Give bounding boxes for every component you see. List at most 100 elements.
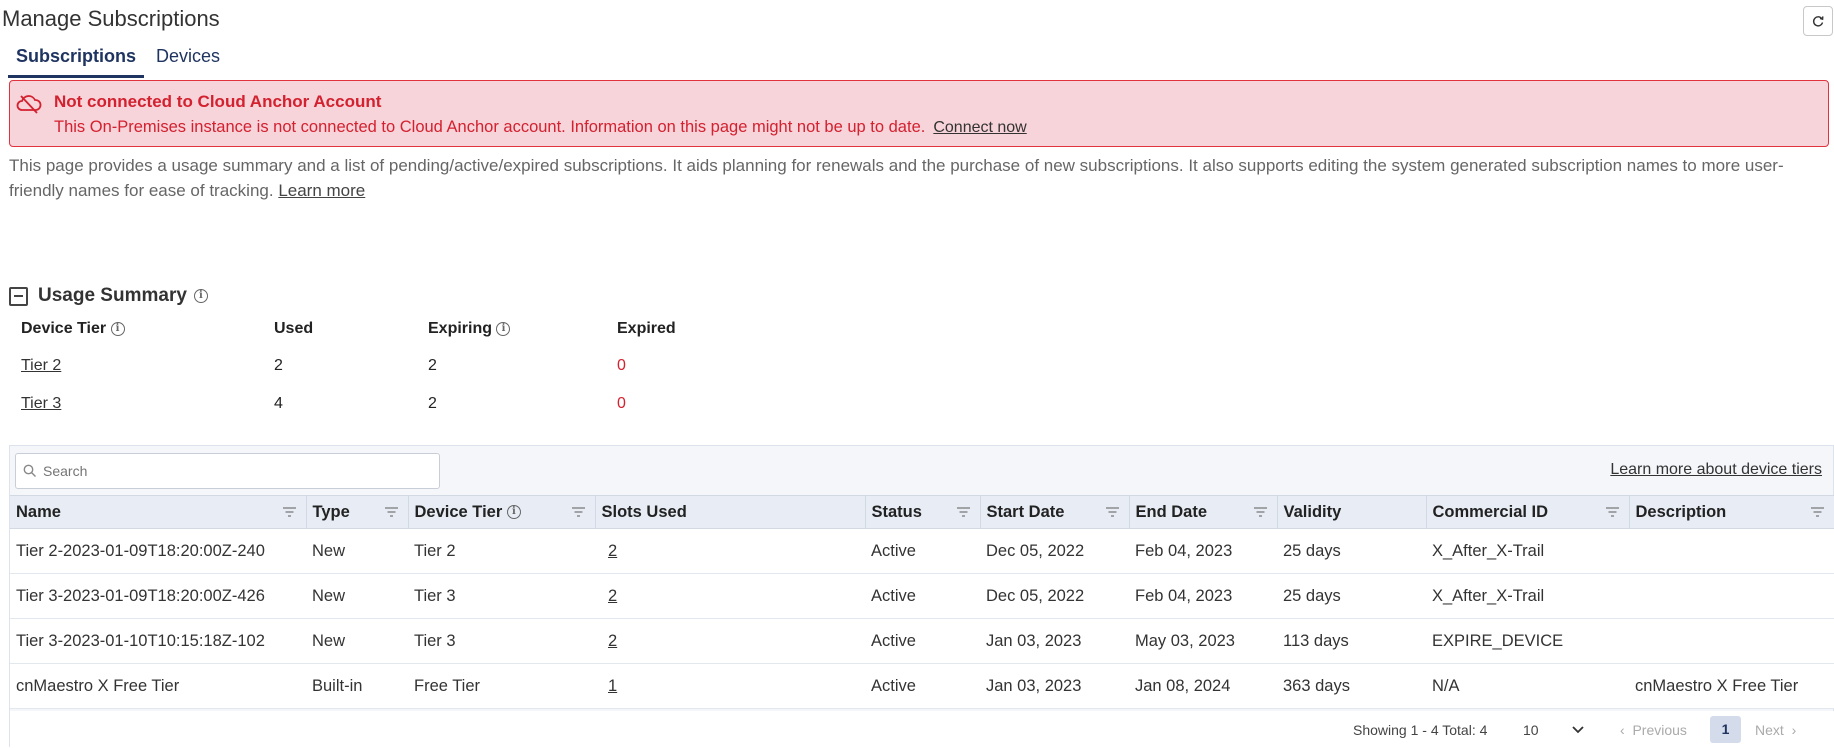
cell-status: Active (865, 528, 980, 574)
col-device-tier[interactable]: Device Tier i (408, 495, 596, 529)
col-description[interactable]: Description (1629, 495, 1834, 529)
cell-name: Tier 3-2023-01-09T18:20:00Z-426 (10, 573, 306, 619)
usage-col-expiring: Expiring i (428, 320, 511, 338)
filter-icon[interactable] (1811, 507, 1824, 517)
usage-col-expired: Expired (617, 320, 676, 337)
cell-type: New (306, 573, 408, 619)
filter-icon[interactable] (384, 507, 398, 517)
cell-validity: 25 days (1277, 573, 1426, 619)
connect-now-link[interactable]: Connect now (933, 119, 1026, 136)
refresh-button[interactable] (1803, 6, 1833, 36)
subscriptions-table: Name Type Device Tier i Slots Used Statu… (10, 495, 1834, 709)
cell-tier: Tier 3 (408, 618, 595, 664)
cell-commercial-id: X_After_X-Trail (1426, 528, 1629, 574)
cell-slots: 2 (595, 618, 865, 664)
cell-status: Active (865, 573, 980, 619)
cell-tier: Free Tier (408, 663, 595, 709)
filter-icon[interactable] (1605, 507, 1619, 517)
slots-link[interactable]: 2 (608, 587, 617, 605)
chevron-left-icon: ‹ (1620, 722, 1625, 738)
info-icon[interactable]: i (496, 321, 511, 336)
col-end-date[interactable]: End Date (1129, 495, 1278, 529)
cell-start-date: Dec 05, 2022 (980, 573, 1129, 619)
cell-description: cnMaestro X Free Tier (1629, 663, 1834, 709)
intro-text: This page provides a usage summary and a… (9, 156, 1784, 200)
cell-start-date: Jan 03, 2023 (980, 618, 1129, 664)
usage-tier-link[interactable]: Tier 3 (21, 395, 61, 413)
cell-slots: 2 (595, 573, 865, 619)
cell-description (1629, 573, 1834, 619)
usage-tier-link[interactable]: Tier 2 (21, 357, 61, 375)
table-header-row: Name Type Device Tier i Slots Used Statu… (10, 495, 1834, 529)
filter-icon[interactable] (571, 507, 585, 517)
cell-start-date: Jan 03, 2023 (980, 663, 1129, 709)
filter-icon[interactable] (1105, 507, 1119, 517)
showing-count: Showing 1 - 4 Total: 4 (1353, 722, 1488, 738)
col-name[interactable]: Name (10, 495, 307, 529)
cell-type: New (306, 528, 408, 574)
search-input[interactable] (41, 460, 431, 482)
chevron-right-icon: › (1791, 722, 1797, 738)
tab-bar: Subscriptions Devices (8, 44, 232, 78)
cell-name: Tier 3-2023-01-10T10:15:18Z-102 (10, 618, 306, 664)
cell-tier: Tier 3 (408, 573, 595, 619)
page-size-value[interactable]: 10 (1523, 722, 1539, 738)
table-row[interactable]: Tier 2-2023-01-09T18:20:00Z-240 New Tier… (10, 528, 1834, 574)
cloud-off-icon (16, 95, 42, 114)
col-start-date[interactable]: Start Date (980, 495, 1130, 529)
tab-devices[interactable]: Devices (148, 44, 228, 78)
cell-commercial-id: N/A (1426, 663, 1629, 709)
col-status[interactable]: Status (865, 495, 981, 529)
page-description: This page provides a usage summary and a… (9, 153, 1829, 203)
learn-device-tiers-link[interactable]: Learn more about device tiers (1610, 461, 1822, 479)
alert-title: Not connected to Cloud Anchor Account (54, 92, 382, 111)
alert-message: This On-Premises instance is not connect… (54, 118, 1027, 137)
slots-link[interactable]: 2 (608, 542, 617, 560)
chevron-down-icon[interactable] (1571, 722, 1585, 736)
connection-alert: Not connected to Cloud Anchor Account Th… (9, 80, 1829, 147)
info-icon[interactable]: i (110, 321, 125, 336)
usage-col-tier: Device Tier i (21, 320, 125, 338)
col-validity[interactable]: Validity (1277, 495, 1427, 529)
col-slots-used[interactable]: Slots Used (595, 495, 866, 529)
usage-expiring-value: 2 (428, 357, 437, 374)
previous-page-button[interactable]: ‹ Previous (1620, 722, 1687, 738)
col-type[interactable]: Type (306, 495, 409, 529)
tab-subscriptions[interactable]: Subscriptions (8, 44, 145, 78)
slots-link[interactable]: 2 (608, 632, 617, 650)
filter-icon[interactable] (956, 507, 970, 517)
table-row[interactable]: Tier 3-2023-01-10T10:15:18Z-102 New Tier… (10, 618, 1834, 664)
table-row[interactable]: cnMaestro X Free Tier Built-in Free Tier… (10, 663, 1834, 709)
cell-type: Built-in (306, 663, 408, 709)
subscriptions-grid: Learn more about device tiers Name Type … (9, 445, 1834, 748)
cell-validity: 25 days (1277, 528, 1426, 574)
col-commercial-id[interactable]: Commercial ID (1426, 495, 1630, 529)
alert-message-text: This On-Premises instance is not connect… (54, 118, 926, 136)
info-icon[interactable]: i (506, 505, 521, 520)
cell-validity: 113 days (1277, 618, 1426, 664)
collapse-icon[interactable] (9, 286, 28, 306)
slots-link[interactable]: 1 (608, 677, 617, 695)
filter-icon[interactable] (1253, 507, 1267, 517)
cell-slots: 1 (595, 663, 865, 709)
cell-end-date: Jan 08, 2024 (1129, 663, 1277, 709)
next-page-button[interactable]: Next › (1755, 722, 1796, 738)
usage-summary-title: Usage Summary (38, 285, 187, 306)
usage-expiring-value: 2 (428, 395, 437, 412)
cell-start-date: Dec 05, 2022 (980, 528, 1129, 574)
filter-icon[interactable] (282, 507, 296, 517)
usage-col-used: Used (274, 320, 314, 337)
info-icon[interactable]: i (193, 289, 208, 303)
learn-more-link[interactable]: Learn more (278, 181, 365, 200)
usage-used-value: 2 (274, 357, 283, 374)
cell-type: New (306, 618, 408, 664)
cell-validity: 363 days (1277, 663, 1426, 709)
page-number-button[interactable]: 1 (1710, 716, 1741, 743)
search-box (15, 453, 440, 489)
cell-status: Active (865, 663, 980, 709)
usage-summary-header: Usage Summary i (9, 285, 208, 307)
table-row[interactable]: Tier 3-2023-01-09T18:20:00Z-426 New Tier… (10, 573, 1834, 619)
usage-expired-value: 0 (617, 357, 626, 374)
usage-used-value: 4 (274, 395, 283, 412)
cell-commercial-id: EXPIRE_DEVICE (1426, 618, 1629, 664)
